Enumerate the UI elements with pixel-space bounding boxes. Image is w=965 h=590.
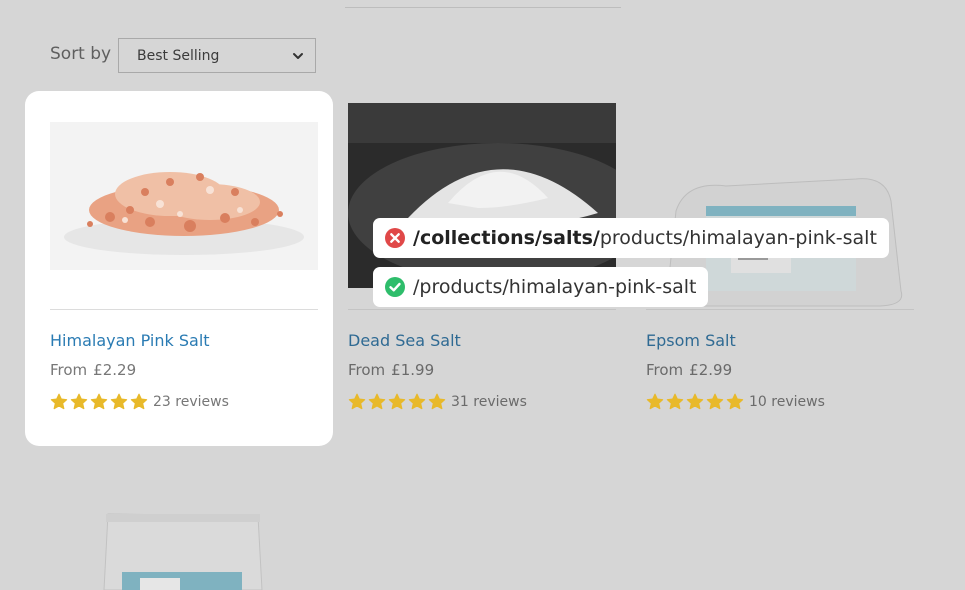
- url-wrong: /collections/salts/products/himalayan-pi…: [373, 218, 889, 258]
- star-icon: [348, 393, 366, 410]
- star-icon: [70, 393, 88, 410]
- url-right-text: /products/himalayan-pink-salt: [413, 276, 697, 298]
- star-icon: [110, 393, 128, 410]
- star-rating: [348, 393, 446, 411]
- url-wrong-collection-part: /collections/salts/: [413, 227, 600, 249]
- star-icon: [130, 393, 148, 410]
- price-amount: £1.99: [391, 361, 435, 379]
- star-icon: [646, 393, 664, 410]
- product-card-himalayan[interactable]: Himalayan Pink Salt From £2.29 23 reviews: [25, 91, 333, 446]
- review-count: 23 reviews: [153, 394, 229, 410]
- review-count: 31 reviews: [451, 394, 527, 410]
- product-rating[interactable]: 31 reviews: [348, 393, 527, 411]
- price-prefix: From: [50, 361, 88, 379]
- card-divider: [50, 309, 318, 310]
- sort-selected-value: Best Selling: [137, 47, 220, 64]
- product-title[interactable]: Dead Sea Salt: [348, 331, 461, 350]
- product-title[interactable]: Epsom Salt: [646, 331, 736, 350]
- star-icon: [368, 393, 386, 410]
- star-icon: [686, 393, 704, 410]
- star-icon: [408, 393, 426, 410]
- check-circle-icon: [385, 277, 405, 297]
- url-wrong-product-part: products/himalayan-pink-salt: [599, 227, 877, 249]
- top-divider: [345, 7, 621, 8]
- price-amount: £2.99: [689, 361, 733, 379]
- sort-label: Sort by: [50, 44, 112, 64]
- price-amount: £2.29: [93, 361, 137, 379]
- chevron-down-icon: [293, 52, 303, 59]
- review-count: 10 reviews: [749, 394, 825, 410]
- star-icon: [706, 393, 724, 410]
- star-rating: [646, 393, 744, 411]
- product-title[interactable]: Himalayan Pink Salt: [50, 331, 210, 350]
- price-prefix: From: [348, 361, 386, 379]
- product-image-himalayan[interactable]: [50, 122, 318, 270]
- url-right: /products/himalayan-pink-salt: [373, 267, 709, 307]
- star-icon: [388, 393, 406, 410]
- product-rating[interactable]: 10 reviews: [646, 393, 825, 411]
- star-icon: [428, 393, 446, 410]
- star-icon: [90, 393, 108, 410]
- star-rating: [50, 393, 148, 411]
- error-x-icon: [385, 228, 405, 248]
- product-price: From £2.99: [646, 361, 732, 379]
- star-icon: [50, 393, 68, 410]
- product-rating[interactable]: 23 reviews: [50, 393, 229, 411]
- product-price: From £2.29: [50, 361, 136, 379]
- card-divider: [646, 309, 914, 310]
- star-icon: [666, 393, 684, 410]
- sort-select[interactable]: Best Selling: [118, 38, 316, 73]
- card-divider: [348, 309, 616, 310]
- product-price: From £1.99: [348, 361, 434, 379]
- star-icon: [726, 393, 744, 410]
- product-image-dead-sea[interactable]: [348, 103, 616, 288]
- product-image-partial[interactable]: [100, 510, 265, 590]
- price-prefix: From: [646, 361, 684, 379]
